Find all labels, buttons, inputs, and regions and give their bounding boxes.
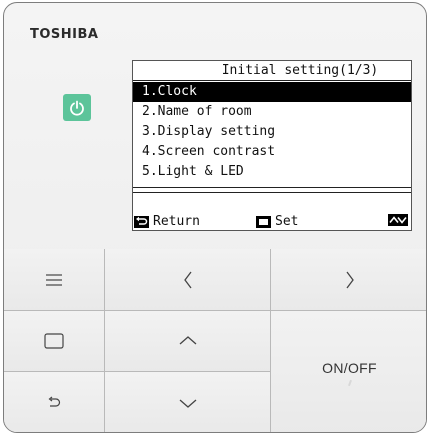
down-arrow-icon	[179, 399, 196, 408]
menu-item-screen-contrast[interactable]: 4.Screen contrast	[133, 142, 411, 162]
square-icon	[256, 215, 271, 228]
menu-item-clock[interactable]: 1.Clock	[133, 82, 411, 102]
button-grid: ON/OFF	[4, 249, 426, 432]
menu-item-display-setting[interactable]: 3.Display setting	[133, 122, 411, 142]
power-indicator	[63, 94, 91, 121]
menu-icon	[46, 273, 62, 286]
menu-item-name-of-room[interactable]: 2.Name of room	[133, 102, 411, 122]
right-button[interactable]	[271, 249, 426, 311]
lcd-screen: Initial setting(1/3) 1.Clock 2.Name of r…	[132, 60, 412, 231]
down-button[interactable]	[105, 372, 271, 432]
menu-button[interactable]	[4, 249, 105, 311]
set-button[interactable]	[4, 311, 105, 372]
remote-controller: TOSHIBA Initial setting(1/3) 1.Clock 2.N…	[3, 2, 427, 433]
tactile-mark	[347, 379, 352, 386]
square-icon	[44, 333, 64, 349]
on-off-button[interactable]: ON/OFF	[271, 311, 426, 432]
left-arrow-icon	[183, 271, 192, 288]
footer-set: Set	[256, 214, 298, 229]
up-arrow-icon	[179, 336, 196, 345]
menu-item-light-led[interactable]: 5.Light & LED	[133, 162, 411, 182]
screen-title: Initial setting(1/3)	[221, 63, 379, 78]
divider	[133, 192, 411, 193]
set-label: Set	[275, 214, 299, 229]
footer-updown	[388, 214, 408, 226]
footer-return: Return	[134, 214, 200, 229]
on-off-label: ON/OFF	[322, 359, 377, 376]
left-button[interactable]	[105, 249, 271, 311]
power-icon	[70, 100, 84, 116]
right-arrow-icon	[345, 271, 354, 288]
top-panel: TOSHIBA Initial setting(1/3) 1.Clock 2.N…	[4, 3, 426, 250]
return-icon	[134, 215, 149, 228]
brand-logo: TOSHIBA	[30, 27, 99, 42]
return-button[interactable]	[4, 372, 105, 432]
return-icon	[48, 396, 61, 407]
divider	[133, 187, 411, 188]
up-button[interactable]	[105, 311, 271, 372]
return-label: Return	[153, 214, 200, 229]
up-down-icon	[388, 214, 408, 226]
divider	[133, 80, 411, 81]
